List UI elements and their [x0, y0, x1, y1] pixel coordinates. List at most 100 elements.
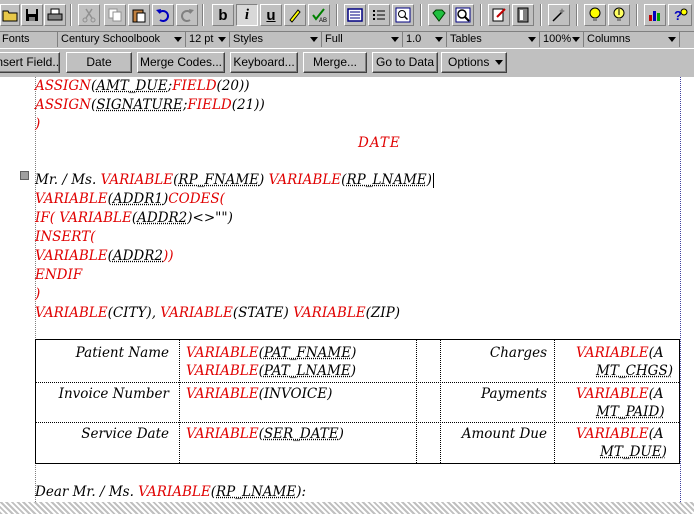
- salutation-name-line: Mr. / Ms. VARIABLE(RP_FNAME) VARIABLE(RP…: [35, 171, 434, 189]
- idea-bulb-icon: [613, 7, 625, 21]
- toolbar-separator: [540, 4, 542, 26]
- assign-signature-line: ASSIGN(SIGNATURE;FIELD(21)): [35, 96, 265, 114]
- table-value-cell: VARIABLE(INVOICE): [186, 385, 332, 403]
- line-spacing-value: 1.0: [406, 33, 422, 45]
- merge-button-bar: Insert Field... Date Merge Codes... Keyb…: [0, 48, 694, 78]
- table-label-cell: Invoice Number: [58, 386, 169, 402]
- addr2-line: VARIABLE(ADDR2)): [35, 247, 174, 265]
- insert-field-button[interactable]: Insert Field...: [0, 52, 60, 73]
- scissors-icon: [82, 8, 96, 23]
- date-button[interactable]: Date: [66, 52, 132, 73]
- find-button[interactable]: [452, 4, 474, 26]
- book-button[interactable]: [512, 4, 534, 26]
- code-text: ): [338, 426, 344, 442]
- field-name: AMT_DUE: [96, 78, 168, 94]
- underline-button[interactable]: u: [260, 4, 282, 26]
- code-text: (21)): [231, 97, 265, 113]
- find-magnifier-icon: [455, 7, 471, 23]
- zoom-page-button[interactable]: [392, 4, 414, 26]
- justification-dropdown[interactable]: Full: [323, 32, 403, 47]
- field-name: RP_FNAME: [178, 172, 260, 188]
- magic-button[interactable]: [548, 4, 570, 26]
- undo-button[interactable]: [152, 4, 174, 26]
- merge-codes-button[interactable]: Merge Codes...: [137, 52, 225, 73]
- close-paren-line-2: ): [35, 286, 41, 302]
- help-button[interactable]: ?: [668, 4, 692, 26]
- table-value-cell: VARIABLE(PAT_LNAME): [186, 362, 356, 380]
- code-text: (STATE): [232, 305, 294, 321]
- font-name-value: Century Schoolbook: [61, 33, 161, 45]
- merge-code: FIELD: [187, 97, 232, 113]
- toolbar-separator: [480, 4, 482, 26]
- merge-code: FIELD: [172, 78, 217, 94]
- styles-value: Styles: [233, 33, 263, 45]
- row-divider: [36, 382, 679, 383]
- code-text: ): [350, 363, 356, 379]
- addr1-line: VARIABLE(ADDR1)CODES(: [35, 190, 225, 208]
- merge-button[interactable]: Merge...: [303, 52, 367, 73]
- columns-button[interactable]: [344, 4, 366, 26]
- book-icon: [517, 7, 529, 23]
- svg-text:AB: AB: [319, 18, 327, 23]
- assign-amt-due-line: ASSIGN(AMT_DUE;FIELD(20)): [35, 77, 250, 95]
- redo-button[interactable]: [176, 4, 198, 26]
- horizontal-scrollbar[interactable]: [0, 502, 694, 514]
- merge-code: VARIABLE: [186, 386, 259, 402]
- chevron-down-icon: [668, 37, 676, 42]
- justification-value: Full: [325, 33, 343, 45]
- city-state-zip-line: VARIABLE(CITY), VARIABLE(STATE) VARIABLE…: [35, 304, 400, 322]
- bold-button[interactable]: b: [212, 4, 234, 26]
- svg-text:?: ?: [674, 8, 682, 23]
- highlight-button[interactable]: [284, 4, 306, 26]
- idea-button[interactable]: [608, 4, 630, 26]
- document-columns-icon: [347, 8, 363, 22]
- gem-button[interactable]: [428, 4, 450, 26]
- fonts-dropdown[interactable]: Fonts: [0, 32, 58, 47]
- toolbar-separator: [636, 4, 638, 26]
- cut-button[interactable]: [78, 4, 100, 26]
- table-label-cell: Service Date: [81, 426, 169, 442]
- copy-button[interactable]: [104, 4, 126, 26]
- toolbar-separator: [70, 4, 72, 26]
- merge-code: VARIABLE: [100, 172, 174, 188]
- columns-value: Columns: [587, 33, 631, 45]
- open-button[interactable]: [0, 4, 20, 26]
- font-name-dropdown[interactable]: Century Schoolbook: [59, 32, 186, 47]
- italic-button[interactable]: i: [236, 4, 258, 26]
- bulb-button[interactable]: [584, 4, 606, 26]
- code-text: )): [163, 248, 174, 264]
- keyboard-button[interactable]: Keyboard...: [230, 52, 298, 73]
- go-to-data-button[interactable]: Go to Data: [372, 52, 438, 73]
- toolbar-separator: [202, 4, 204, 26]
- code-text: (INVOICE): [258, 386, 333, 402]
- bullets-button[interactable]: [368, 4, 390, 26]
- merge-tool-button[interactable]: [488, 4, 510, 26]
- document-area[interactable]: ASSIGN(AMT_DUE;FIELD(20)) ASSIGN(SIGNATU…: [0, 77, 694, 502]
- toolbar-separator: [576, 4, 578, 26]
- chevron-down-icon: [391, 37, 399, 42]
- chart-button[interactable]: [644, 4, 666, 26]
- field-name: PAT_FNAME: [263, 345, 352, 361]
- close-paren-line: ): [35, 116, 41, 132]
- if-line: IF( VARIABLE(ADDR2)<>""): [35, 209, 233, 227]
- merge-code: VARIABLE: [186, 426, 259, 442]
- font-size-dropdown[interactable]: 12 pt: [187, 32, 230, 47]
- styles-dropdown[interactable]: Styles: [231, 32, 322, 47]
- code-text: ): [426, 172, 432, 188]
- merge-code: ASSIGN: [35, 97, 91, 113]
- tables-dropdown[interactable]: Tables: [448, 32, 540, 47]
- chevron-down-icon: [572, 37, 580, 42]
- options-label: Options: [448, 55, 490, 69]
- merge-document-icon: [492, 8, 506, 22]
- paste-button[interactable]: [128, 4, 150, 26]
- options-button[interactable]: Options: [441, 52, 507, 73]
- spellcheck-button[interactable]: AB: [308, 4, 330, 26]
- save-button[interactable]: [21, 4, 43, 26]
- zoom-dropdown[interactable]: 100%: [541, 32, 584, 47]
- print-button[interactable]: [44, 4, 66, 26]
- merge-code: CODES(: [168, 191, 225, 207]
- columns-dropdown[interactable]: Columns: [585, 32, 680, 47]
- line-spacing-dropdown[interactable]: 1.0: [404, 32, 447, 47]
- redo-arrow-icon: [181, 9, 194, 22]
- field-name: ADDR2: [137, 210, 188, 226]
